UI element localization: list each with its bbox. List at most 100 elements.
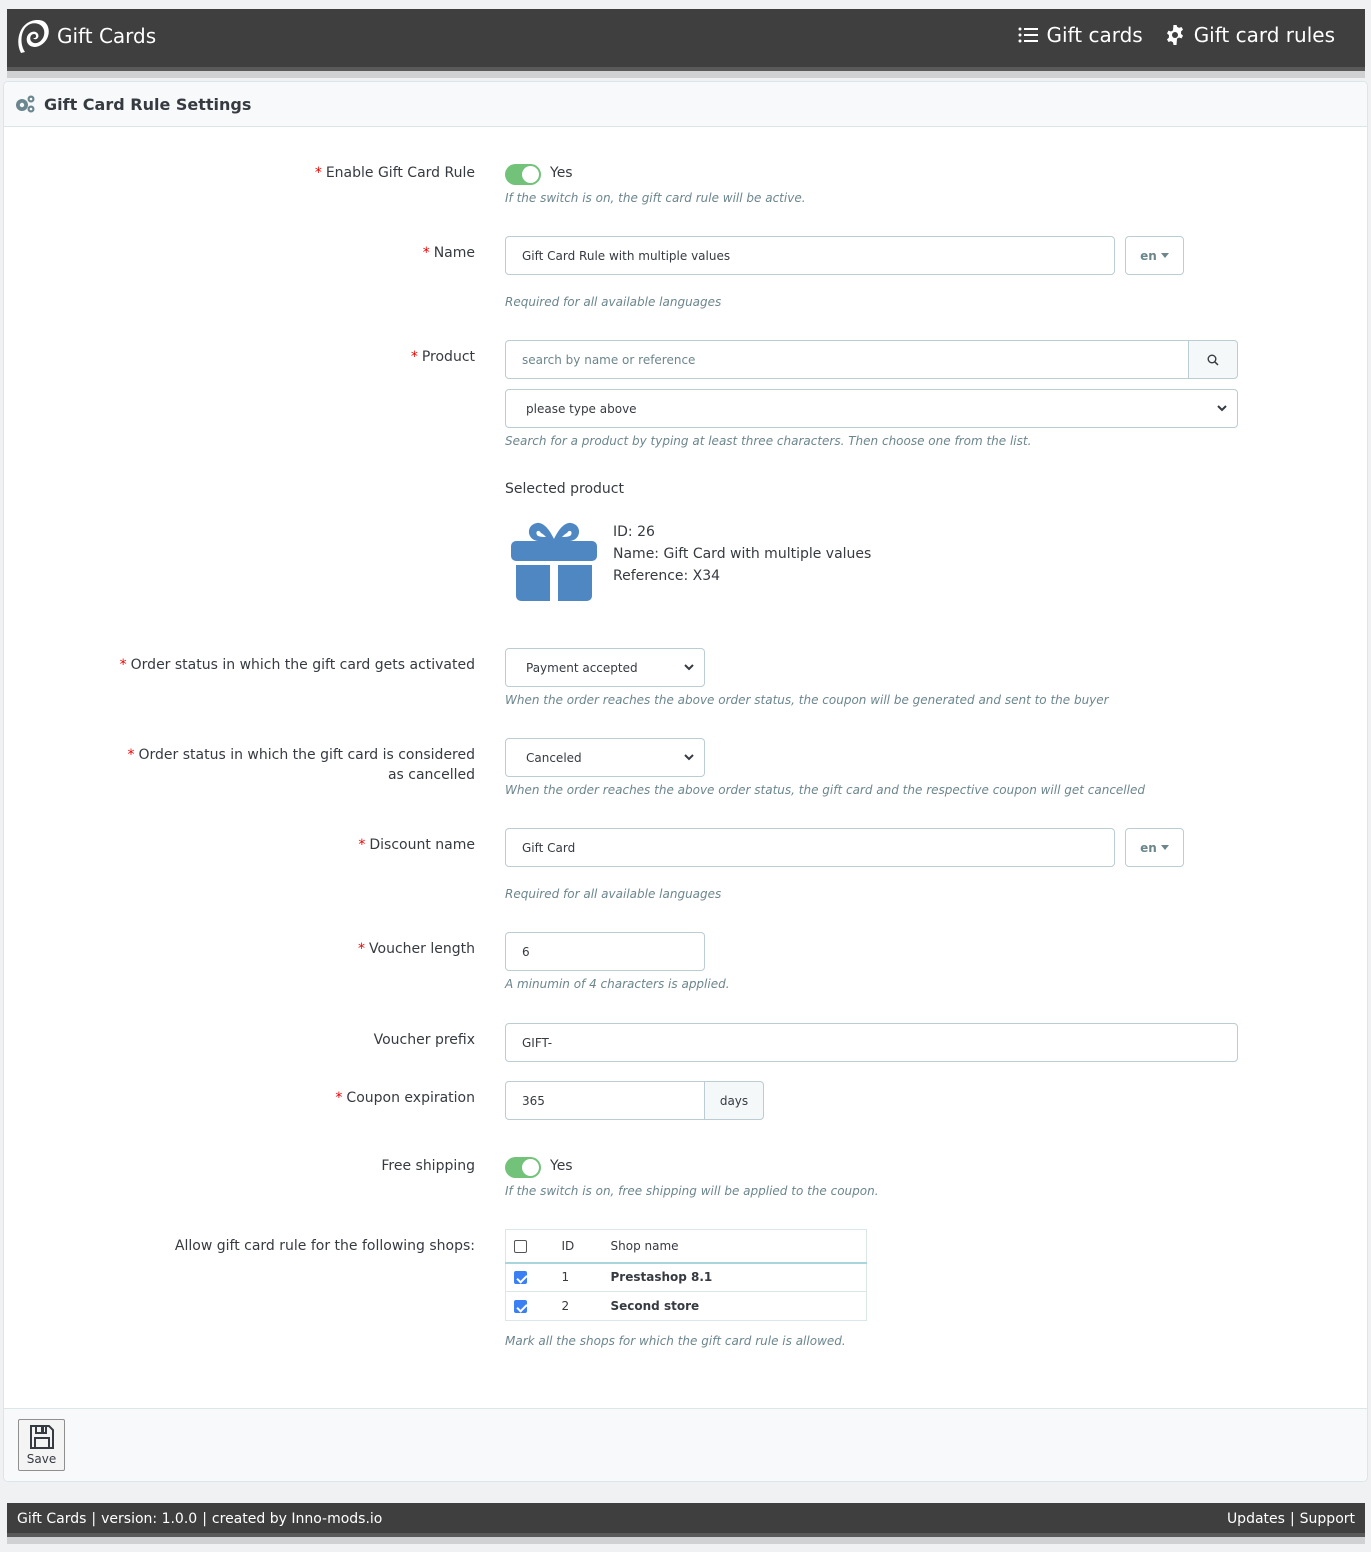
enable-rule-switch[interactable] [505, 164, 541, 185]
activation-status-label: * Order status in which the gift card get… [120, 655, 475, 675]
voucher-prefix-label: Voucher prefix [373, 1032, 475, 1048]
discount-name-language-label: en [1140, 840, 1157, 855]
discount-name-label-text: Discount name [369, 837, 475, 853]
shops-table: ID Shop name 1 Prestashop 8.1 2 Second s… [505, 1229, 867, 1321]
floppy-disk-icon [29, 1425, 54, 1449]
voucher-length-label-text: Voucher length [369, 941, 475, 957]
required-marker: * [127, 747, 135, 763]
top-bar: Gift Cards Gift cards Gift card rules [7, 9, 1365, 78]
product-search-input[interactable]: search by name or reference [505, 340, 1189, 379]
selected-product-reference: Reference: X34 [613, 568, 721, 584]
product-label-text: Product [421, 349, 475, 365]
product-select[interactable]: please type above [505, 389, 1238, 428]
cancel-status-select[interactable]: Canceled [505, 738, 705, 777]
name-label: * Name [423, 243, 475, 263]
app-title: Gift Cards [57, 24, 157, 48]
footer-author-link[interactable]: Inno-mods.io [291, 1511, 382, 1527]
footer-bar: Gift Cards | version: 1.0.0 | created by Inn… [7, 1503, 1365, 1544]
panel-heading: Gift Card Rule Settings [4, 82, 1367, 127]
discount-name-help: Required for all available languages [505, 887, 722, 901]
shops-table-header: ID Shop name [505, 1229, 867, 1264]
swirl-logo-icon [18, 20, 49, 53]
panel-footer: Save [4, 1408, 1367, 1481]
activation-status-select[interactable]: Payment accepted [505, 648, 705, 687]
separator: | [202, 1511, 207, 1527]
free-shipping-value: Yes [550, 1158, 573, 1174]
separator: | [91, 1511, 97, 1527]
cancel-status-value: Canceled [526, 750, 582, 765]
selected-product-info: ID: 26 Name: Gift Card with multiple val… [613, 521, 871, 587]
top-nav: Gift cards Gift card rules [1018, 23, 1335, 47]
discount-name-language-button[interactable]: en [1125, 828, 1184, 867]
free-shipping-help: If the switch is on, free shipping will … [505, 1184, 879, 1198]
shops-label: Allow gift card rule for the following s… [174, 1238, 475, 1254]
name-language-label: en [1140, 248, 1157, 263]
coupon-expiration-unit: days [704, 1081, 764, 1120]
panel-title: Gift Card Rule Settings [44, 94, 252, 114]
voucher-prefix-input[interactable]: GIFT- [505, 1023, 1238, 1062]
search-icon [1207, 354, 1219, 366]
free-shipping-label: Free shipping [381, 1158, 475, 1174]
brand: Gift Cards [17, 17, 156, 55]
discount-name-input[interactable]: Gift Card [505, 828, 1115, 867]
column-header-shop-name: Shop name [609, 1229, 867, 1264]
caret-down-icon [1160, 845, 1169, 850]
required-marker: * [314, 165, 322, 181]
chevron-down-icon [684, 754, 694, 761]
gift-icon [511, 522, 597, 601]
table-row: 2 Second store [505, 1291, 867, 1321]
chevron-down-icon [1217, 405, 1227, 412]
gears-icon [16, 95, 35, 113]
select-all-checkbox[interactable] [514, 1239, 527, 1253]
shop-checkbox[interactable] [514, 1300, 527, 1313]
required-marker: * [119, 657, 127, 673]
activation-status-help: When the order reaches the above order s… [505, 693, 1109, 707]
enable-rule-label: * Enable Gift Card Rule [315, 163, 475, 183]
updates-link[interactable]: Updates [1227, 1511, 1285, 1527]
name-help: Required for all available languages [505, 295, 722, 309]
shops-help: Mark all the shops for which the gift ca… [505, 1334, 846, 1348]
required-marker: * [358, 837, 366, 853]
name-language-button[interactable]: en [1125, 236, 1184, 275]
name-label-text: Name [433, 245, 475, 261]
shop-name: Second store [609, 1291, 867, 1321]
name-input[interactable]: Gift Card Rule with multiple values [505, 236, 1115, 275]
cancel-status-help: When the order reaches the above order s… [505, 783, 1145, 797]
product-help: Search for a product by typing at least … [505, 434, 1032, 448]
coupon-expiration-input[interactable]: 365 [505, 1081, 705, 1120]
product-search-button[interactable] [1188, 340, 1238, 379]
column-header-id: ID [551, 1229, 610, 1264]
save-button[interactable]: Save [18, 1419, 65, 1471]
nav-gift-card-rules-label: Gift card rules [1193, 23, 1335, 47]
enable-rule-help: If the switch is on, the gift card rule … [505, 191, 806, 205]
activation-status-label-text: Order status in which the gift card gets… [130, 657, 475, 673]
footer-app-name: Gift Cards [17, 1511, 87, 1527]
footer-links: Updates | Support [1227, 1511, 1355, 1527]
voucher-length-input[interactable]: 6 [505, 932, 705, 971]
coupon-expiration-label-text: Coupon expiration [346, 1090, 475, 1106]
shop-checkbox[interactable] [514, 1271, 527, 1285]
table-row: 1 Prestashop 8.1 [505, 1262, 867, 1292]
required-marker: * [410, 349, 418, 365]
row-checkbox-cell [505, 1262, 552, 1292]
selected-product-id: ID: 26 [613, 524, 655, 540]
support-link[interactable]: Support [1300, 1511, 1355, 1527]
row-checkbox-cell [505, 1291, 552, 1321]
chevron-down-icon [684, 664, 694, 671]
enable-rule-value: Yes [550, 165, 573, 181]
caret-down-icon [1160, 253, 1169, 258]
cancel-status-label: * Order status in which the gift card is … [115, 745, 476, 785]
selected-product-name: Name: Gift Card with multiple values [613, 546, 872, 562]
required-marker: * [358, 941, 366, 957]
product-select-value: please type above [526, 401, 637, 416]
nav-gift-card-rules[interactable]: Gift card rules [1165, 23, 1335, 47]
gear-icon [1166, 25, 1183, 45]
footer-info: Gift Cards | version: 1.0.0 | created by Inn… [17, 1511, 382, 1527]
shop-id: 1 [551, 1262, 610, 1292]
cancel-status-label-text: Order status in which the gift card is c… [138, 747, 476, 783]
discount-name-label: * Discount name [358, 835, 475, 855]
free-shipping-switch[interactable] [505, 1157, 541, 1178]
nav-gift-cards[interactable]: Gift cards [1018, 23, 1143, 47]
nav-gift-cards-label: Gift cards [1046, 23, 1143, 47]
shop-id: 2 [551, 1291, 610, 1321]
